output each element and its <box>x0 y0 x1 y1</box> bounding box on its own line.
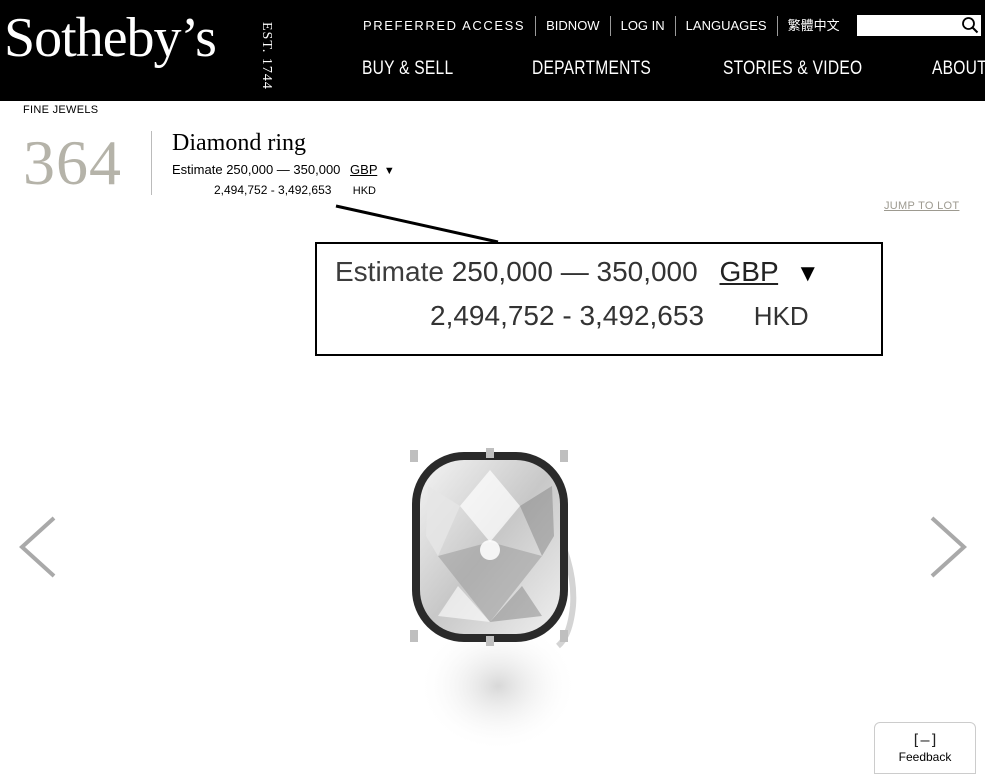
callout-estimate-label: Estimate <box>335 256 444 287</box>
chevron-right-icon[interactable] <box>926 514 970 580</box>
nav-about[interactable]: ABOUT <box>932 58 985 84</box>
lot-title: Diamond ring <box>172 130 306 156</box>
login-link[interactable]: LOG IN <box>609 16 675 36</box>
callout-converted-range: 2,494,752 - 3,492,653 <box>430 300 705 331</box>
sothebys-logo[interactable]: Sotheby’s <box>4 6 217 70</box>
callout-currency: GBP <box>719 256 779 287</box>
caret-down-icon[interactable]: ▼ <box>384 165 395 177</box>
converted-range: 2,494,752 - 3,492,653 <box>214 183 332 197</box>
feedback-icon: [–] <box>911 731 939 749</box>
estimate-range: 250,000 — 350,000 <box>226 162 341 177</box>
preferred-access-link[interactable]: PREFERRED ACCESS <box>363 16 535 36</box>
callout-estimate-range: 250,000 — 350,000 <box>451 256 698 287</box>
search-input[interactable] <box>857 15 965 36</box>
department-label[interactable]: FINE JEWELS <box>23 104 98 116</box>
nav-departments[interactable]: DEPARTMENTS <box>532 58 651 84</box>
chinese-language-link[interactable]: 繁體中文 <box>776 16 850 36</box>
nav-buy-sell[interactable]: BUY & SELL <box>362 58 453 84</box>
feedback-label: Feedback <box>898 750 952 764</box>
callout-caret-down-icon: ▼ <box>795 260 820 287</box>
callout-converted-row: 2,494,752 - 3,492,653 HKD <box>430 298 809 334</box>
feedback-button[interactable]: [–] Feedback <box>874 722 976 774</box>
currency-select[interactable]: GBP <box>350 162 377 177</box>
jump-to-lot-link[interactable]: JUMP TO LOT <box>884 200 959 212</box>
bidnow-link[interactable]: BIDNOW <box>535 16 609 36</box>
search-box <box>857 15 981 36</box>
languages-link[interactable]: LANGUAGES <box>674 16 777 36</box>
lot-number: 364 <box>23 127 122 198</box>
lot-divider <box>151 131 152 195</box>
estimate-row: Estimate 250,000 — 350,000 GBP ▼ <box>172 162 395 179</box>
estimate-label: Estimate <box>172 162 223 177</box>
callout-estimate-row: Estimate 250,000 — 350,000 GBP ▼ <box>335 254 820 292</box>
diamond-ring-image[interactable] <box>398 446 598 756</box>
search-icon[interactable] <box>961 16 979 34</box>
converted-currency: HKD <box>352 185 377 197</box>
chevron-left-icon[interactable] <box>16 514 60 580</box>
estimate-zoom-callout: Estimate 250,000 — 350,000 GBP ▼ 2,494,7… <box>315 242 883 356</box>
nav-stories-video[interactable]: STORIES & VIDEO <box>723 58 862 84</box>
converted-estimate-row: 2,494,752 - 3,492,653 HKD <box>214 182 376 199</box>
callout-converted-currency: HKD <box>753 301 809 331</box>
est-1744-mark: EST. 1744 <box>259 22 274 90</box>
top-nav: PREFERRED ACCESS BIDNOW LOG IN LANGUAGES… <box>363 16 850 36</box>
site-header: Sotheby’s EST. 1744 PREFERRED ACCESS BID… <box>0 0 985 101</box>
